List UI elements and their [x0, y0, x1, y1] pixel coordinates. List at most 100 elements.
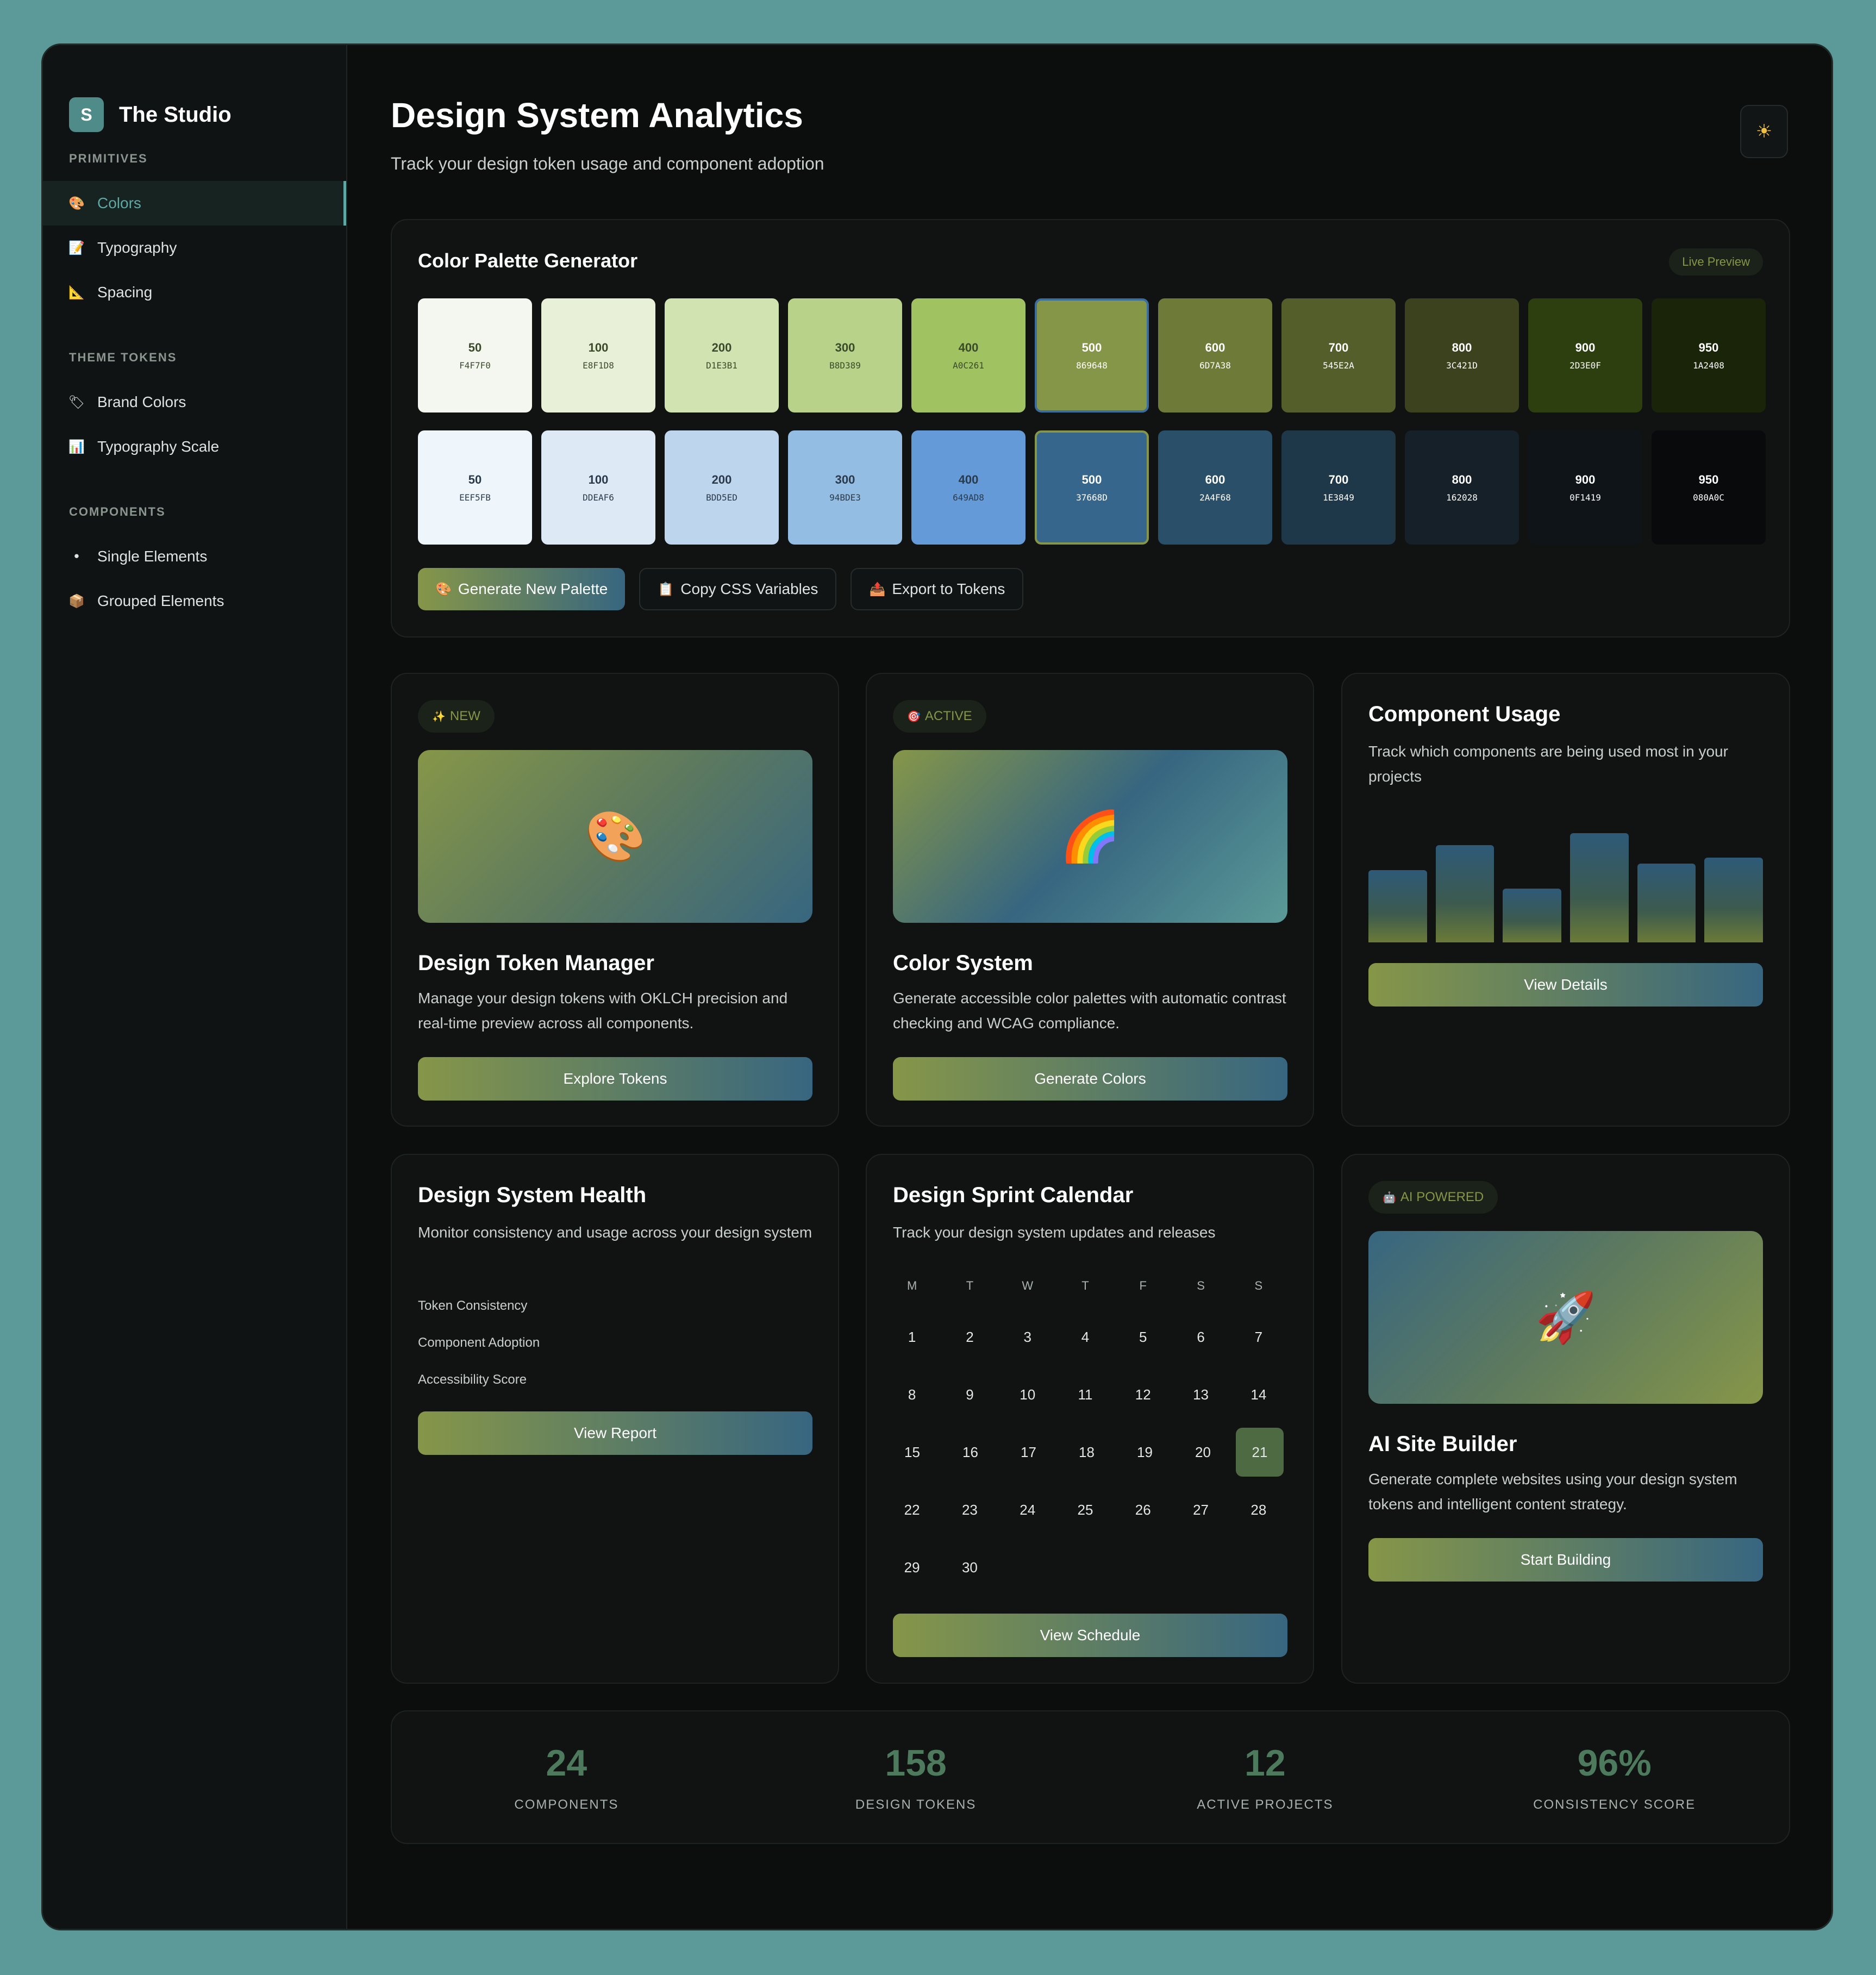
calendar-day[interactable]: 6 [1172, 1312, 1229, 1361]
color-system-card: 🎯 ACTIVE 🌈 Color System Generate accessi… [866, 673, 1314, 1127]
calendar-day-today[interactable]: 21 [1236, 1428, 1284, 1477]
usage-bar-chart [1368, 820, 1764, 942]
calendar-day[interactable]: 27 [1172, 1485, 1229, 1534]
package-icon: 📦 [68, 593, 85, 609]
calendar-day[interactable]: 10 [999, 1370, 1056, 1419]
calendar-day[interactable]: 25 [1056, 1485, 1114, 1534]
calendar-day[interactable]: 13 [1172, 1370, 1229, 1419]
color-swatch-100[interactable]: 100 DDEAF6 [541, 430, 655, 545]
sidebar-item-typography[interactable]: 📝 Typography [43, 226, 346, 270]
calendar-day[interactable]: 20 [1174, 1428, 1232, 1477]
calendar-day[interactable]: 3 [999, 1312, 1056, 1361]
color-swatch-400[interactable]: 400 A0C261 [911, 298, 1025, 412]
weekday-label: F [1139, 1279, 1147, 1292]
color-swatch-600[interactable]: 600 6D7A38 [1158, 298, 1272, 412]
generate-palette-button[interactable]: 🎨 Generate New Palette [418, 568, 626, 610]
calendar-day[interactable]: 9 [941, 1370, 998, 1419]
color-swatch-600[interactable]: 600 2A4F68 [1158, 430, 1272, 545]
sidebar-item-grouped-elements[interactable]: 📦 Grouped Elements [43, 579, 346, 623]
copy-css-button[interactable]: 📋 Copy CSS Variables [639, 568, 837, 610]
color-swatch-900[interactable]: 900 0F1419 [1528, 430, 1642, 545]
calendar-day[interactable]: 19 [1116, 1428, 1174, 1477]
sidebar: S The Studio PRIMITIVES 🎨 Colors 📝 Typog… [43, 45, 347, 1929]
calendar-day[interactable]: 26 [1114, 1485, 1172, 1534]
section-label-components: COMPONENTS [69, 505, 166, 518]
color-swatch-900[interactable]: 900 2D3E0F [1528, 298, 1642, 412]
color-swatch-50[interactable]: 50 EEF5FB [418, 430, 532, 545]
sidebar-item-spacing[interactable]: 📐 Spacing [43, 270, 346, 315]
calendar-day[interactable]: 4 [1056, 1312, 1114, 1361]
color-swatch-200[interactable]: 200 BDD5ED [665, 430, 779, 545]
calendar-day[interactable]: 5 [1114, 1312, 1172, 1361]
swatch-shade: 300 [835, 340, 855, 354]
calendar-day[interactable]: 2 [941, 1312, 998, 1361]
token-manager-card: ✨ NEW 🎨 Design Token Manager Manage your… [391, 673, 839, 1127]
stat-value: 24 [546, 1742, 587, 1784]
view-schedule-button[interactable]: View Schedule [893, 1614, 1287, 1657]
color-swatch-950[interactable]: 950 080A0C [1652, 430, 1766, 545]
view-report-button[interactable]: View Report [418, 1411, 812, 1455]
color-swatch-950[interactable]: 950 1A2408 [1652, 298, 1766, 412]
color-swatch-300[interactable]: 300 B8D389 [788, 298, 902, 412]
stat-label: CONSISTENCY SCORE [1533, 1797, 1696, 1812]
swatch-hex: 94BDE3 [829, 492, 861, 503]
calendar-week: 1234567 [883, 1312, 1287, 1361]
color-swatch-200[interactable]: 200 D1E3B1 [665, 298, 779, 412]
bar-chart-icon: 📊 [68, 439, 85, 454]
sidebar-item-typography-scale[interactable]: 📊 Typography Scale [43, 424, 346, 469]
color-swatch-800[interactable]: 800 3C421D [1405, 298, 1519, 412]
export-tokens-button[interactable]: 📤 Export to Tokens [851, 568, 1024, 610]
color-swatch-100[interactable]: 100 E8F1D8 [541, 298, 655, 412]
explore-tokens-button[interactable]: Explore Tokens [418, 1057, 812, 1101]
sun-icon: ☀ [1755, 121, 1773, 142]
color-swatch-700[interactable]: 700 545E2A [1281, 298, 1396, 412]
palette-icon: 🎨 [584, 809, 646, 864]
calendar-day[interactable]: 17 [999, 1428, 1058, 1477]
card-title: Color System [893, 951, 1033, 975]
sidebar-item-label: Typography Scale [97, 438, 220, 455]
calendar-day[interactable]: 12 [1114, 1370, 1172, 1419]
calendar-day[interactable]: 14 [1230, 1370, 1287, 1419]
brand[interactable]: S The Studio [43, 45, 346, 148]
sidebar-item-brand-colors[interactable]: 🏷 Brand Colors [43, 380, 346, 424]
calendar-day[interactable]: 7 [1230, 1312, 1287, 1361]
start-building-button[interactable]: Start Building [1368, 1538, 1763, 1582]
app-window: S The Studio PRIMITIVES 🎨 Colors 📝 Typog… [41, 43, 1833, 1930]
usage-bar [1704, 858, 1764, 942]
swatch-shade: 400 [958, 340, 979, 354]
calendar-day[interactable]: 24 [999, 1485, 1056, 1534]
color-swatch-400[interactable]: 400 649AD8 [911, 430, 1025, 545]
theme-toggle-button[interactable]: ☀ [1740, 105, 1788, 158]
color-swatch-300[interactable]: 300 94BDE3 [788, 430, 902, 545]
metric-token-consistency: Token Consistency [418, 1298, 528, 1313]
calendar-day[interactable]: 15 [883, 1428, 941, 1477]
card-description: Generate complete websites using your de… [1368, 1471, 1737, 1512]
calendar-day[interactable]: 1 [883, 1312, 941, 1361]
color-swatch-700[interactable]: 700 1E3849 [1281, 430, 1396, 545]
color-swatch-500[interactable]: 500 37668D [1035, 430, 1149, 545]
calendar-card: Design Sprint Calendar Track your design… [866, 1154, 1314, 1684]
color-swatch-50[interactable]: 50 F4F7F0 [418, 298, 532, 412]
calendar-day[interactable]: 23 [941, 1485, 998, 1534]
calendar-day[interactable]: 28 [1230, 1485, 1287, 1534]
target-icon: 🎯 [907, 710, 921, 723]
calendar-day[interactable]: 8 [883, 1370, 941, 1419]
swatch-shade: 200 [711, 472, 732, 486]
sidebar-item-single-elements[interactable]: ⚫ Single Elements [43, 534, 346, 579]
color-swatch-800[interactable]: 800 162028 [1405, 430, 1519, 545]
palette-title: Color Palette Generator [418, 249, 638, 272]
calendar-day[interactable]: 11 [1056, 1370, 1114, 1419]
calendar-day[interactable]: 18 [1058, 1428, 1116, 1477]
sidebar-item-colors[interactable]: 🎨 Colors [43, 181, 346, 226]
calendar-day[interactable]: 30 [941, 1543, 998, 1592]
calendar-day[interactable]: 29 [883, 1543, 941, 1592]
calendar-day[interactable]: 22 [883, 1485, 941, 1534]
swatch-shade: 600 [1205, 340, 1225, 354]
card-description: Track your design system updates and rel… [893, 1224, 1216, 1241]
badge-label: ACTIVE [924, 709, 972, 723]
color-swatch-500[interactable]: 500 869648 [1035, 298, 1149, 412]
generate-colors-button[interactable]: Generate Colors [893, 1057, 1287, 1101]
weekday-label: S [1254, 1279, 1263, 1292]
calendar-day[interactable]: 16 [941, 1428, 999, 1477]
view-details-button[interactable]: View Details [1368, 963, 1763, 1007]
